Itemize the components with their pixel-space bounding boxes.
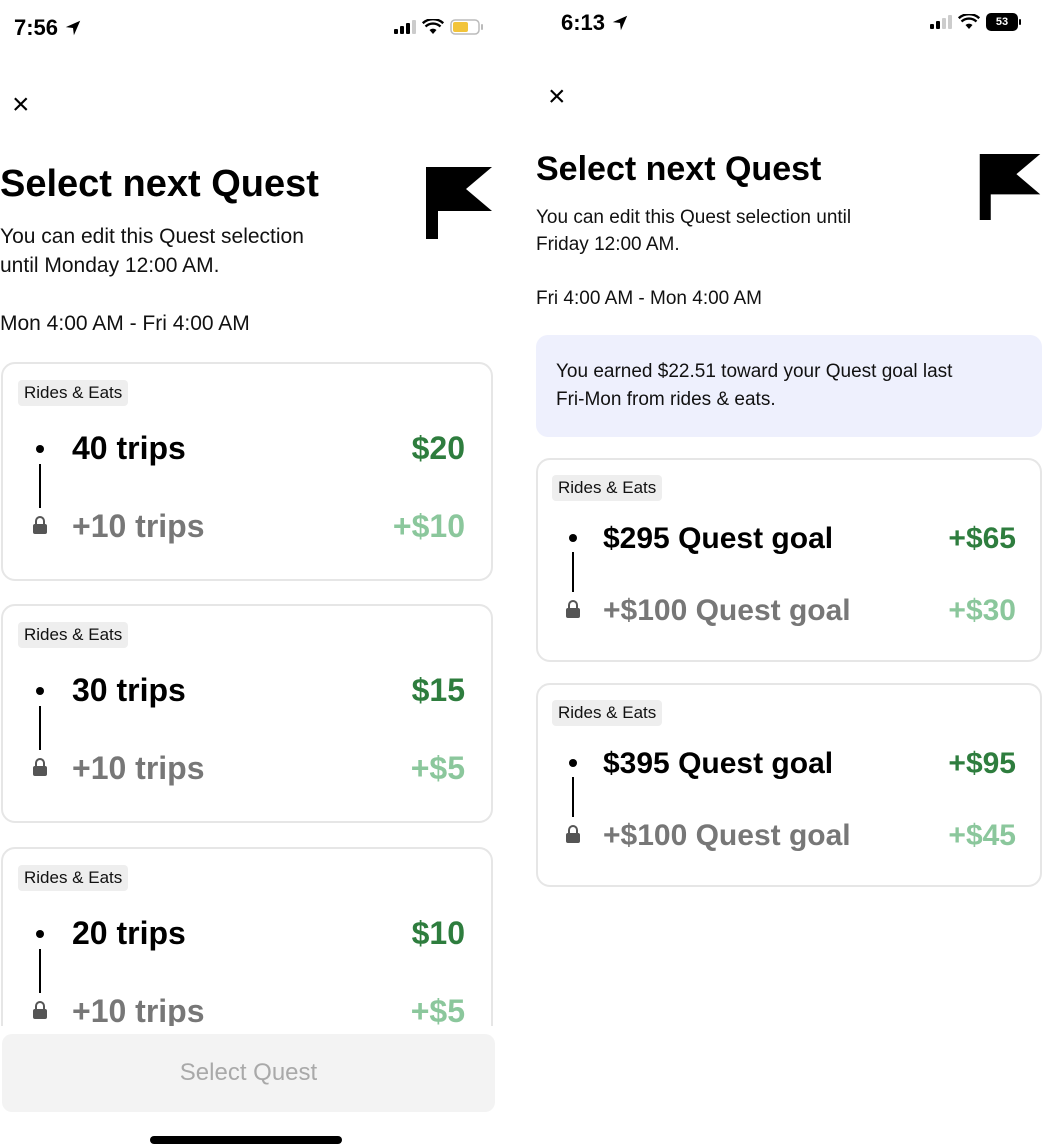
- goal-dot: [36, 445, 44, 453]
- lock-icon: [566, 600, 580, 618]
- quest-option-card[interactable]: Rides & Eats $395 Quest goal +$95 +$100 …: [536, 683, 1042, 887]
- goal-label: $395 Quest goal: [603, 747, 834, 780]
- progress-line: [39, 706, 41, 750]
- category-chip: Rides & Eats: [18, 865, 129, 891]
- flag-icon: [979, 154, 1041, 220]
- earnings-info-line2: Fri-Mon from rides & eats.: [556, 388, 776, 410]
- quest-option-card[interactable]: Rides & Eats 30 trips $15 +10 trips +$5: [1, 604, 493, 823]
- location-arrow-icon: [612, 15, 628, 31]
- time-text: 7:56: [14, 15, 59, 40]
- goal-label: 40 trips: [72, 430, 186, 466]
- status-bar-icons: 53: [930, 13, 1022, 31]
- category-chip: Rides & Eats: [18, 380, 129, 406]
- lock-icon: [33, 1001, 47, 1019]
- goal-dot: [569, 759, 577, 767]
- time-text: 6:13: [561, 10, 606, 35]
- edit-deadline-line2: until Monday 12:00 AM.: [0, 254, 220, 278]
- next-goal-label: +$100 Quest goal: [603, 819, 851, 852]
- goal-dot: [36, 930, 44, 938]
- next-goal-amount: +$45: [948, 819, 1016, 852]
- wifi-icon: [958, 14, 980, 29]
- close-button[interactable]: ×: [12, 90, 30, 120]
- goal-amount: +$65: [948, 522, 1016, 555]
- next-goal-label: +10 trips: [72, 993, 205, 1029]
- lock-icon: [33, 758, 47, 776]
- goal-label: $295 Quest goal: [603, 522, 834, 555]
- quest-date-range: Mon 4:00 AM - Fri 4:00 AM: [0, 312, 250, 335]
- goal-dot: [569, 534, 577, 542]
- quest-option-card[interactable]: Rides & Eats 40 trips $20 +10 trips +$10: [1, 362, 493, 581]
- flag-icon: [426, 167, 492, 239]
- next-goal-label: +10 trips: [72, 750, 205, 786]
- battery-icon: 53: [986, 13, 1022, 31]
- battery-level-text: 53: [986, 13, 1018, 31]
- category-chip: Rides & Eats: [552, 475, 663, 501]
- page-title: Select next Quest: [536, 150, 822, 188]
- close-button[interactable]: ×: [548, 82, 566, 112]
- goal-amount: +$95: [948, 747, 1016, 780]
- next-goal-amount: +$10: [392, 508, 465, 544]
- goal-amount: $10: [411, 915, 465, 951]
- next-goal-label: +$100 Quest goal: [603, 594, 851, 627]
- lock-icon: [566, 825, 580, 843]
- battery-icon: [450, 19, 483, 35]
- edit-deadline-line1: You can edit this Quest selection: [0, 225, 304, 248]
- signal-icon: [394, 20, 416, 34]
- progress-line: [572, 552, 574, 592]
- page-title: Select next Quest: [0, 163, 319, 205]
- location-arrow-icon: [65, 20, 81, 36]
- next-goal-amount: +$30: [948, 594, 1016, 627]
- progress-line: [39, 464, 41, 508]
- progress-line: [572, 777, 574, 817]
- status-bar-time: 6:13: [561, 10, 629, 36]
- goal-amount: $20: [411, 430, 465, 466]
- progress-line: [39, 949, 41, 993]
- category-chip: Rides & Eats: [18, 622, 129, 648]
- home-indicator[interactable]: [150, 1136, 342, 1144]
- signal-icon: [930, 15, 952, 29]
- goal-label: 30 trips: [72, 672, 186, 708]
- next-goal-amount: +$5: [410, 750, 465, 786]
- select-quest-button[interactable]: Select Quest: [2, 1034, 495, 1112]
- quest-date-range: Fri 4:00 AM - Mon 4:00 AM: [536, 288, 762, 309]
- next-goal-label: +10 trips: [72, 508, 205, 544]
- wifi-icon: [422, 19, 444, 34]
- edit-deadline-text: You can edit this Quest selection until …: [0, 222, 304, 281]
- status-bar-time: 7:56: [14, 15, 82, 41]
- next-goal-amount: +$5: [410, 993, 465, 1029]
- edit-deadline-line1: You can edit this Quest selection until: [536, 207, 852, 228]
- status-bar-icons: [394, 19, 484, 35]
- lock-icon: [33, 516, 47, 534]
- earnings-info-banner: You earned $22.51 toward your Quest goal…: [536, 335, 1042, 437]
- goal-label: 20 trips: [72, 915, 186, 951]
- goal-amount: $15: [411, 672, 465, 708]
- edit-deadline-line2: Friday 12:00 AM.: [536, 233, 680, 255]
- left-screen: 7:56 × Select next Quest You can edit th…: [0, 0, 510, 1146]
- edit-deadline-text: You can edit this Quest selection until …: [536, 205, 851, 258]
- right-screen: 6:13 53 × Select next Quest You can edit…: [516, 0, 1052, 1146]
- quest-option-card[interactable]: Rides & Eats $295 Quest goal +$65 +$100 …: [536, 458, 1042, 662]
- earnings-info-line1: You earned $22.51 toward your Quest goal…: [556, 361, 953, 382]
- category-chip: Rides & Eats: [552, 700, 663, 726]
- goal-dot: [36, 687, 44, 695]
